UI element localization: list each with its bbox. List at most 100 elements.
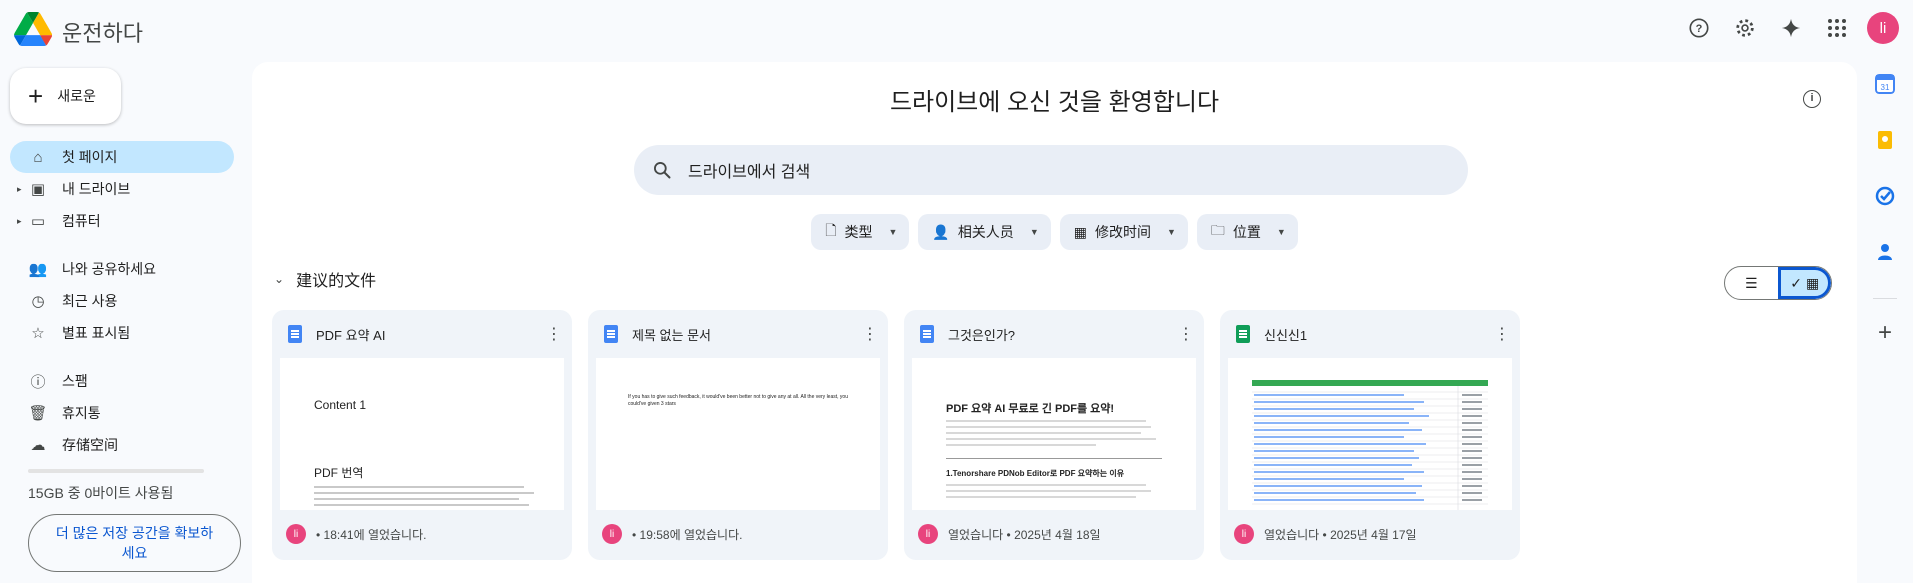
owner-avatar: li — [1234, 524, 1254, 544]
thumb-text-line — [946, 420, 1146, 422]
spreadsheet-preview — [1252, 380, 1488, 510]
filter-location[interactable]: 🗀 位置 ▼ — [1196, 214, 1298, 250]
tasks-icon[interactable] — [1875, 186, 1895, 206]
sidebar-item-storage[interactable]: ☁ 存储空间 — [10, 429, 234, 461]
sidebar-item-starred[interactable]: ☆ 별표 표시됨 — [10, 317, 234, 349]
more-options-icon[interactable]: ⋮ — [546, 324, 562, 344]
list-view-button[interactable]: ☰ — [1725, 267, 1778, 299]
side-panel-rail: 31 + — [1870, 74, 1900, 347]
owner-avatar: li — [602, 524, 622, 544]
contacts-icon[interactable] — [1875, 242, 1895, 262]
sidebar-nav-storage: ⓘ 스팸 🗑 휴지통 ☁ 存储空间 — [10, 365, 234, 461]
thumb-text-line — [946, 438, 1156, 440]
spam-icon: ⓘ — [30, 373, 46, 391]
filter-label: 相关人员 — [957, 224, 1014, 240]
filter-people[interactable]: 👤 相关人员 ▼ — [918, 214, 1051, 250]
app-title[interactable]: 운전하다 — [62, 16, 143, 48]
thumb-subheading: 1.Tenorshare PDNob Editor로 PDF 요약하는 이유 — [946, 469, 1125, 478]
info-icon[interactable]: i — [1803, 90, 1821, 108]
sidebar-item-label: 별표 표시됨 — [62, 325, 131, 341]
file-opened-time: 열었습니다 • 2025년 4월 17일 — [1264, 527, 1417, 542]
filter-modified[interactable]: ▦ 修改时间 ▼ — [1059, 214, 1188, 250]
new-button[interactable]: + 새로운 — [10, 68, 121, 124]
sidebar-item-computers[interactable]: ▸ ▭ 컴퓨터 — [10, 205, 234, 237]
file-card[interactable]: 그것은인가? ⋮ PDF 요약 AI 무료로 긴 PDF를 요약! 1.Teno… — [904, 310, 1204, 560]
more-options-icon[interactable]: ⋮ — [862, 324, 878, 344]
cloud-icon: ☁ — [30, 437, 46, 454]
filter-chips: 🗋 类型 ▼ 👤 相关人员 ▼ ▦ 修改时间 ▼ 🗀 位置 ▼ — [252, 214, 1857, 250]
sidebar-item-label: 최근 사용 — [62, 293, 118, 309]
expand-caret-icon[interactable]: ▸ — [17, 184, 22, 195]
file-title: 제목 없는 문서 — [632, 327, 711, 343]
docs-icon — [920, 325, 934, 343]
clock-icon: ◷ — [31, 293, 45, 310]
help-icon[interactable]: ? — [1683, 12, 1715, 44]
thumb-subheading: PDF 번역 — [314, 466, 364, 480]
plus-icon: + — [28, 81, 44, 111]
file-card[interactable]: 제목 없는 문서 ⋮ If you has to give such feedb… — [588, 310, 888, 560]
thumb-divider — [946, 458, 1162, 459]
thumb-text-line — [946, 490, 1151, 492]
search-input[interactable]: 드라이브에서 검색 — [634, 145, 1468, 195]
dropdown-arrow-icon: ▼ — [1276, 227, 1286, 237]
list-icon: ☰ — [1744, 274, 1758, 291]
thumb-text-line — [946, 484, 1146, 486]
gemini-icon[interactable] — [1775, 12, 1807, 44]
apps-icon[interactable] — [1821, 12, 1853, 44]
calendar-icon[interactable]: 31 — [1875, 74, 1895, 94]
file-thumbnail: If you has to give such feedback, it wou… — [596, 358, 880, 510]
keep-icon[interactable] — [1875, 130, 1895, 150]
sidebar-item-trash[interactable]: 🗑 휴지통 — [10, 397, 234, 429]
sidebar-item-shared[interactable]: 👥 나와 공유하세요 — [10, 253, 234, 285]
sidebar-item-home[interactable]: ⌂ 첫 페이지 — [10, 141, 234, 173]
file-opened-time: 열었습니다 • 2025년 4월 18일 — [948, 527, 1101, 542]
top-bar: 운전하다 ? li — [0, 0, 1913, 58]
thumb-body-text: If you has to give such feedback, it wou… — [628, 394, 848, 407]
view-toggle: ☰ ✓ ▦ — [1724, 266, 1832, 300]
docs-icon — [604, 325, 618, 343]
thumb-text-line — [946, 432, 1141, 434]
file-opened-time: • 18:41에 열었습니다. — [316, 527, 427, 542]
expand-caret-icon[interactable]: ▸ — [17, 216, 22, 227]
filter-type[interactable]: 🗋 类型 ▼ — [811, 214, 910, 250]
thumb-heading: PDF 요약 AI 무료로 긴 PDF를 요약! — [946, 403, 1115, 415]
page-title: 드라이브에 오신 것을 환영합니다 — [889, 89, 1220, 116]
get-more-storage-button[interactable]: 더 많은 저장 공간을 확보하세요 — [28, 514, 241, 572]
sidebar-item-spam[interactable]: ⓘ 스팸 — [10, 365, 234, 397]
sidebar-item-recent[interactable]: ◷ 최근 사용 — [10, 285, 234, 317]
more-options-icon[interactable]: ⋮ — [1494, 324, 1510, 344]
owner-avatar: li — [918, 524, 938, 544]
dropdown-arrow-icon: ▼ — [888, 227, 898, 237]
dropdown-arrow-icon: ▼ — [1029, 227, 1039, 237]
storage-usage-text: 15GB 중 0바이트 사용됨 — [28, 485, 174, 501]
filter-label: 类型 — [844, 224, 873, 240]
sidebar-item-label: 나와 공유하세요 — [62, 261, 157, 277]
check-icon: ✓ — [1790, 274, 1802, 291]
sidebar-nav: ⌂ 첫 페이지 ▸ ▣ 내 드라이브 ▸ ▭ 컴퓨터 — [10, 141, 234, 237]
thumb-text-line — [946, 444, 1096, 446]
filter-label: 修改时间 — [1094, 224, 1151, 240]
file-icon: 🗋 — [825, 222, 837, 238]
rail-divider — [1873, 298, 1897, 299]
sidebar-item-my-drive[interactable]: ▸ ▣ 내 드라이브 — [10, 173, 234, 205]
file-title: PDF 요약 AI — [316, 327, 386, 343]
file-opened-time: • 19:58에 열었습니다. — [632, 527, 743, 542]
drive-logo-icon[interactable] — [14, 12, 52, 46]
suggested-files-header[interactable]: ⌄ 建议的文件 — [274, 267, 376, 291]
avatar[interactable]: li — [1867, 12, 1899, 44]
sidebar-item-label: 存储空间 — [62, 437, 118, 453]
person-icon: 👤 — [932, 223, 950, 240]
add-addon-icon[interactable]: + — [1870, 319, 1900, 347]
sidebar-item-label: 내 드라이브 — [62, 181, 131, 197]
grid-view-button[interactable]: ✓ ▦ — [1777, 267, 1831, 299]
sheets-icon — [1236, 325, 1250, 343]
thumb-text-line — [314, 504, 529, 506]
file-card[interactable]: PDF 요약 AI ⋮ Content 1 PDF 번역 li • 18:41에… — [272, 310, 572, 560]
more-options-icon[interactable]: ⋮ — [1178, 324, 1194, 344]
thumb-text-line — [314, 486, 524, 488]
section-title: 建议的文件 — [296, 273, 377, 290]
settings-icon[interactable] — [1729, 12, 1761, 44]
calendar-icon: ▦ — [1073, 223, 1087, 240]
new-button-label: 새로운 — [57, 88, 96, 104]
file-card[interactable]: 신신신1 ⋮ li 열었습니다 • 2025년 4월 17일 — [1220, 310, 1520, 560]
